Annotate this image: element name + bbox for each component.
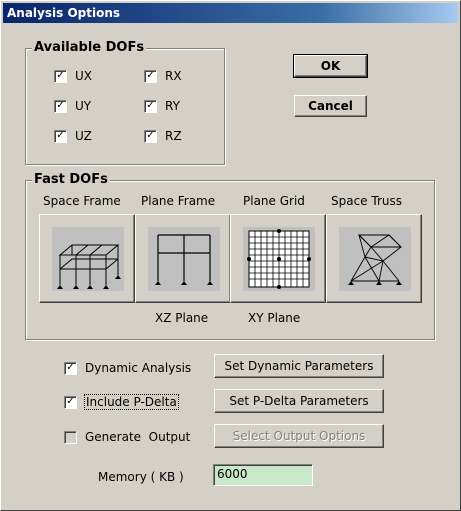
dynamic-analysis-label: Dynamic Analysis	[85, 361, 192, 375]
dof-uz-checkbox[interactable]: ✓ UZ	[54, 129, 92, 143]
dof-uy-label: UY	[75, 99, 92, 113]
cancel-button[interactable]: Cancel	[294, 95, 367, 117]
checkbox-box[interactable]: ✓	[144, 69, 157, 83]
plane-frame-icon	[148, 227, 220, 291]
window-title: Analysis Options	[7, 6, 121, 20]
space-frame-button[interactable]	[39, 214, 135, 303]
include-pdelta-label: Include P-Delta	[84, 394, 179, 410]
set-dynamic-parameters-button[interactable]: Set Dynamic Parameters	[214, 354, 384, 378]
space-truss-label: Space Truss	[331, 194, 402, 208]
space-frame-icon	[52, 227, 124, 291]
dof-rx-label: RX	[165, 69, 182, 83]
dof-rz-checkbox[interactable]: ✓ RZ	[144, 129, 182, 143]
dof-uz-label: UZ	[75, 129, 92, 143]
title-bar[interactable]: Analysis Options	[3, 3, 458, 23]
dof-rz-label: RZ	[165, 129, 182, 143]
memory-label: Memory ( KB )	[98, 470, 184, 484]
dynamic-analysis-checkbox[interactable]: ✓ Dynamic Analysis	[64, 360, 199, 376]
include-pdelta-checkbox[interactable]: ✓ Include P-Delta	[64, 394, 199, 410]
dof-ry-checkbox[interactable]: ✓ RY	[144, 99, 180, 113]
plane-frame-button[interactable]	[135, 214, 231, 303]
checkbox-box[interactable]: ✓	[144, 129, 157, 143]
generate-output-checkbox[interactable]: Generate Output	[64, 429, 199, 445]
plane-frame-label: Plane Frame	[141, 194, 216, 208]
dof-ux-label: UX	[75, 69, 93, 83]
xz-plane-label: XZ Plane	[155, 311, 209, 325]
available-dofs-title: Available DOFs	[32, 40, 147, 55]
set-pdelta-parameters-button[interactable]: Set P-Delta Parameters	[214, 389, 384, 413]
dof-rx-checkbox[interactable]: ✓ RX	[144, 69, 182, 83]
space-truss-button[interactable]	[326, 214, 422, 303]
plane-grid-label: Plane Grid	[243, 194, 305, 208]
space-truss-icon	[339, 227, 411, 291]
dof-ry-label: RY	[165, 99, 180, 113]
checkbox-box[interactable]: ✓	[54, 69, 67, 83]
space-frame-label: Space Frame	[43, 194, 121, 208]
checkbox-box[interactable]: ✓	[54, 99, 67, 113]
ok-button[interactable]: OK	[293, 54, 368, 78]
plane-grid-button[interactable]	[230, 214, 326, 303]
checkbox-box[interactable]: ✓	[54, 129, 67, 143]
checkbox-box[interactable]: ✓	[64, 395, 77, 409]
checkbox-box[interactable]: ✓	[64, 361, 77, 375]
checkbox-box[interactable]: ✓	[144, 99, 157, 113]
dof-ux-checkbox[interactable]: ✓ UX	[54, 69, 92, 83]
memory-input[interactable]: 6000	[213, 464, 313, 486]
select-output-options-button[interactable]: Select Output Options	[214, 424, 384, 448]
checkbox-box[interactable]	[64, 430, 77, 444]
xy-plane-label: XY Plane	[248, 311, 301, 325]
analysis-options-dialog: Analysis Options Available DOFs ✓ UX ✓ RX …	[0, 0, 461, 511]
generate-output-label: Generate Output	[85, 430, 191, 444]
fast-dofs-title: Fast DOFs	[32, 172, 110, 187]
dof-uy-checkbox[interactable]: ✓ UY	[54, 99, 91, 113]
plane-grid-icon	[243, 227, 315, 291]
